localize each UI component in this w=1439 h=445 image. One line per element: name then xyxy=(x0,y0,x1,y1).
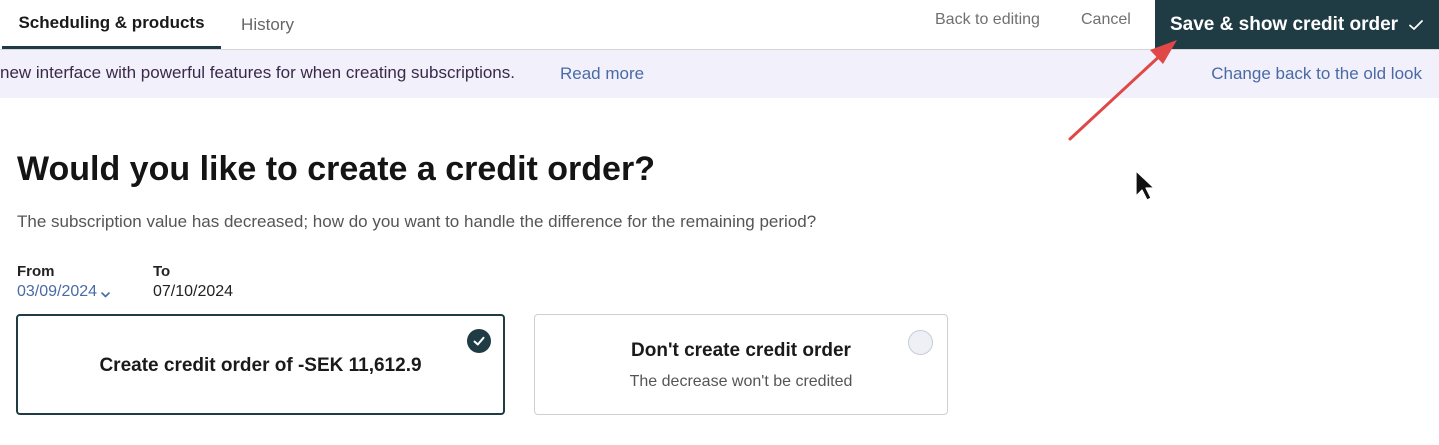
cancel-button[interactable]: Cancel xyxy=(1081,0,1131,40)
info-banner: new interface with powerful features for… xyxy=(0,50,1439,98)
tab-scheduling-label: Scheduling & products xyxy=(18,13,205,32)
tab-scheduling-products[interactable]: Scheduling & products xyxy=(2,0,221,49)
checkmark-circle-icon xyxy=(467,329,491,353)
from-date-dropdown[interactable]: 03/09/2024 xyxy=(17,283,111,301)
page-title: Would you like to create a credit order? xyxy=(17,150,655,188)
save-show-credit-order-button[interactable]: Save & show credit order xyxy=(1155,0,1439,49)
dont-create-credit-order-description: The decrease won't be credited xyxy=(629,373,853,390)
read-more-link[interactable]: Read more xyxy=(560,64,644,84)
back-to-editing-button[interactable]: Back to editing xyxy=(935,0,1040,40)
from-date-value: 03/09/2024 xyxy=(17,283,98,300)
create-credit-order-title: Create credit order of -SEK 11,612.9 xyxy=(99,355,422,376)
from-label: From xyxy=(17,263,55,280)
top-bar: Scheduling & products History Back to ed… xyxy=(0,0,1439,50)
tab-history[interactable]: History xyxy=(221,0,314,49)
chevron-down-icon xyxy=(100,287,111,298)
to-date-value: 07/10/2024 xyxy=(153,283,234,300)
cancel-label: Cancel xyxy=(1081,11,1131,28)
back-to-editing-label: Back to editing xyxy=(935,11,1040,28)
save-button-label: Save & show credit order xyxy=(1170,13,1399,35)
tab-history-label: History xyxy=(241,14,294,34)
mouse-pointer-icon xyxy=(1135,170,1155,201)
create-credit-order-option[interactable]: Create credit order of -SEK 11,612.9 xyxy=(16,314,505,415)
checkmark-icon xyxy=(1408,17,1424,33)
banner-text: new interface with powerful features for… xyxy=(0,63,515,82)
dont-create-credit-order-option[interactable]: Don't create credit order The decrease w… xyxy=(534,314,948,415)
page-subtitle: The subscription value has decreased; ho… xyxy=(17,212,817,231)
to-label: To xyxy=(153,263,171,280)
dont-create-credit-order-title: Don't create credit order xyxy=(631,340,851,361)
change-back-old-look-link[interactable]: Change back to the old look xyxy=(1211,64,1422,84)
radio-unselected-icon xyxy=(908,330,933,355)
